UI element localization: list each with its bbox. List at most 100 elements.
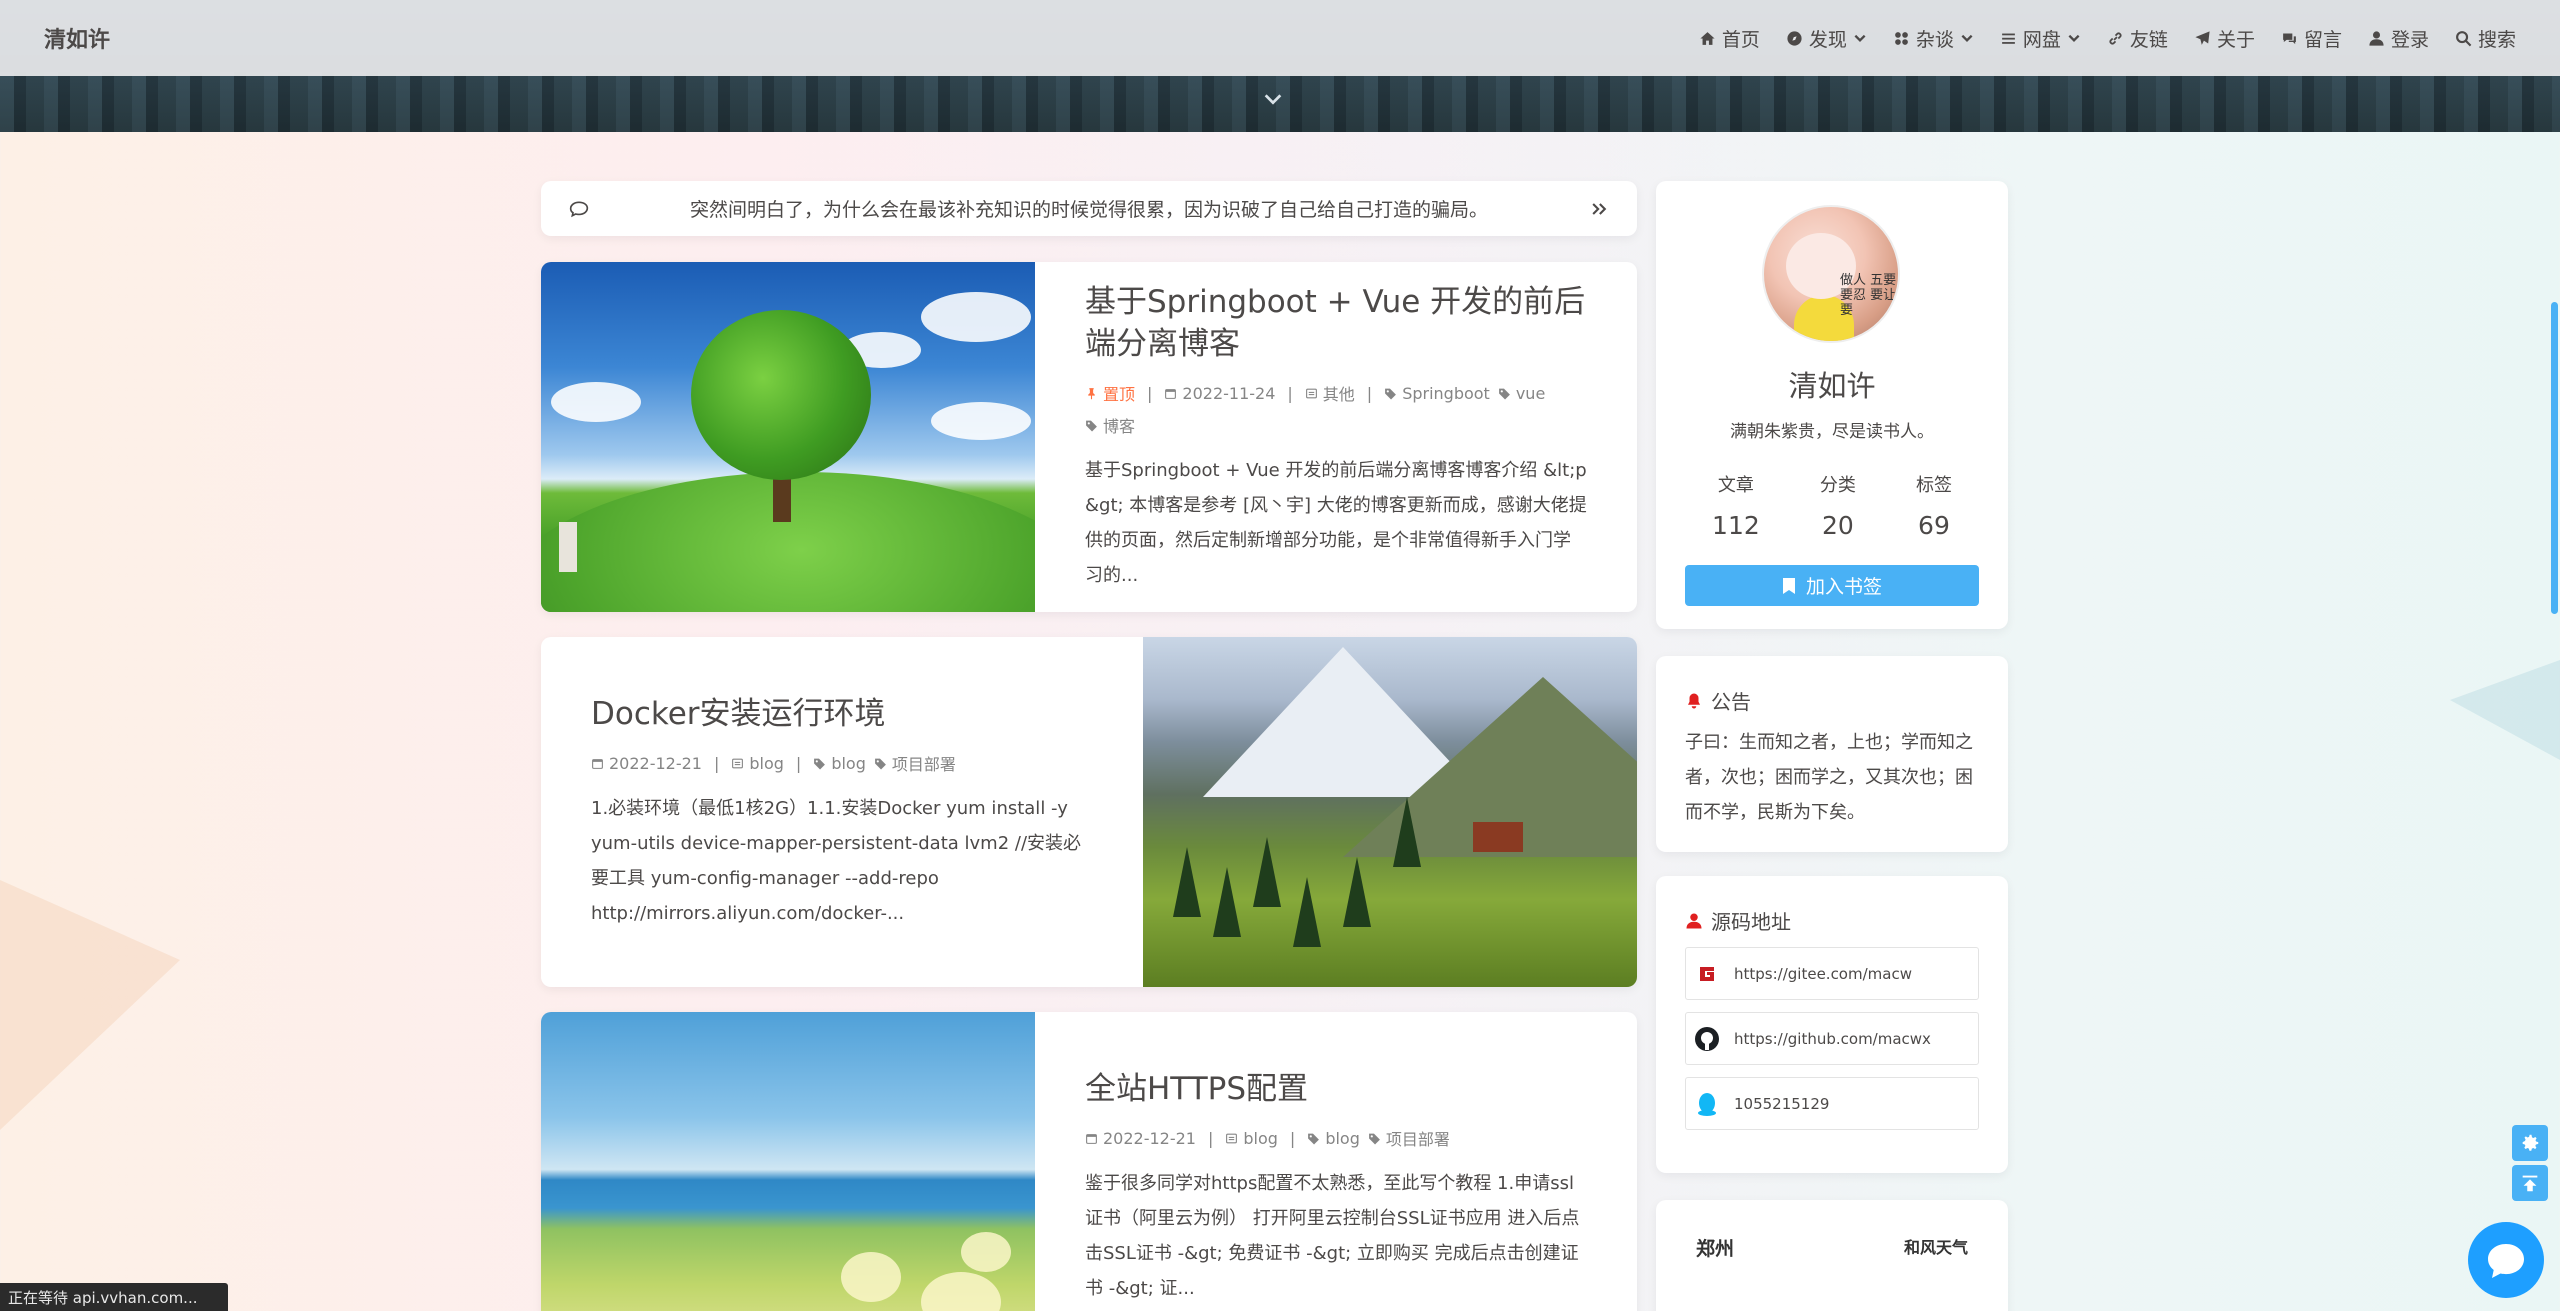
top-navbar: 清如许 首页 发现 杂谈 网盘 友链 关于 留言 登录 搜索 [0, 0, 2560, 76]
weather-brand[interactable]: 和风天气 [1904, 1234, 1968, 1296]
nav-item-label: 杂谈 [1915, 28, 1954, 51]
stat-label: 标签 [1915, 475, 1952, 496]
post-tag[interactable]: blog [1307, 1129, 1360, 1148]
calendar-icon [592, 758, 603, 769]
post-tag-text: blog [831, 753, 866, 773]
calendar-icon [1165, 388, 1177, 399]
nav-item-disk[interactable]: 网盘 [2000, 25, 2081, 52]
qq-link[interactable]: 1055215129 [1685, 1077, 1979, 1130]
nav-item-home[interactable]: 首页 [1699, 25, 1760, 52]
stat-label: 文章 [1717, 475, 1754, 496]
chat-bubble-icon [2488, 1244, 2524, 1278]
inbox-icon [1226, 1133, 1238, 1143]
back-to-top-button[interactable] [2512, 1165, 2548, 1201]
post-date-text: 2022-11-24 [1182, 383, 1276, 403]
post-title[interactable]: Docker安装运行环境 [591, 693, 1093, 735]
pine-tree-shape [1293, 877, 1321, 947]
nav-item-talk[interactable]: 杂谈 [1893, 25, 1974, 52]
gitee-link[interactable]: https://gitee.com/macw [1685, 947, 1979, 1000]
post-title[interactable]: 基于Springboot + Vue 开发的前后端分离博客 [1085, 281, 1587, 365]
meta-separator: | [1366, 383, 1373, 403]
nav-item-label: 留言 [2303, 28, 2342, 51]
post-thumbnail-sea[interactable] [541, 1012, 1035, 1311]
post-thumbnail-mountain[interactable] [1143, 637, 1637, 987]
paper-plane-icon [2195, 30, 2210, 45]
sticky-badge: 置顶 [1085, 381, 1135, 405]
bookmark-icon [1782, 577, 1795, 594]
chat-button[interactable] [2468, 1222, 2544, 1298]
announcement-card: 公告 子曰：生而知之者，上也；学而知之者，次也；困而学之，又其次也；困而不学，民… [1656, 656, 2008, 852]
weather-city[interactable]: 郑州 [1696, 1234, 1734, 1296]
post-category[interactable]: 其他 [1305, 381, 1355, 405]
meta-separator: | [1147, 383, 1153, 403]
post-date: 2022-11-24 [1164, 384, 1275, 403]
post-title[interactable]: 全站HTTPS配置 [1085, 1068, 1587, 1110]
compass-icon [1787, 30, 1802, 46]
post-tag[interactable]: Springboot [1384, 384, 1490, 403]
chevron-down-icon [1854, 34, 1866, 42]
pine-tree-shape [1213, 867, 1241, 937]
post-card[interactable]: 全站HTTPS配置 2022-12-21 | blog | blog 项目部署 … [541, 1012, 1637, 1311]
nav-item-search[interactable]: 搜索 [2455, 25, 2516, 52]
notice-bar[interactable]: 突然间明白了，为什么会在最该补充知识的时候觉得很累，因为识破了自己给自己打造的骗… [541, 181, 1637, 236]
nav-item-discover[interactable]: 发现 [1786, 25, 1867, 52]
tag-icon [1368, 1133, 1380, 1144]
post-info: Docker安装运行环境 2022-12-21 | blog | blog 项目… [541, 637, 1143, 987]
post-thumbnail-tree[interactable] [541, 262, 1035, 612]
post-card[interactable]: 基于Springboot + Vue 开发的前后端分离博客 置顶 | 2022-… [541, 262, 1637, 612]
stat-categories[interactable]: 分类 20 [1820, 471, 1856, 540]
post-tag[interactable]: vue [1498, 384, 1545, 403]
post-category[interactable]: blog [731, 754, 784, 773]
github-link[interactable]: https://github.com/macwx [1685, 1012, 1979, 1065]
avatar[interactable]: 做人 五要 要忍 要让 要 [1762, 205, 1900, 343]
github-link-text: https://github.com/macwx [1734, 1029, 1931, 1048]
post-tag[interactable]: 项目部署 [1368, 1126, 1450, 1150]
announcement-title: 公告 [1685, 686, 1979, 715]
post-tag[interactable]: blog [813, 754, 866, 773]
tag-icon [1308, 1133, 1320, 1144]
tag-icon [814, 758, 826, 769]
tag-icon [874, 758, 886, 769]
post-meta: 2022-12-21 | blog | blog 项目部署 [1085, 1126, 1587, 1150]
nav-item-label: 友链 [2129, 28, 2168, 51]
avatar-text: 做人 五要 要忍 要让 要 [1840, 273, 1897, 318]
post-category-text: 其他 [1322, 385, 1355, 404]
post-tag[interactable]: 博客 [1085, 413, 1135, 437]
post-info: 全站HTTPS配置 2022-12-21 | blog | blog 项目部署 … [1035, 1012, 1637, 1311]
meta-separator: | [795, 753, 802, 773]
double-chevron-right-icon[interactable] [1589, 199, 1609, 219]
nav-item-login[interactable]: 登录 [2368, 25, 2429, 52]
post-tag[interactable]: 项目部署 [874, 751, 956, 775]
nav-item-message[interactable]: 留言 [2281, 25, 2342, 52]
stat-tags[interactable]: 标签 69 [1916, 471, 1952, 540]
hut-shape [1473, 822, 1523, 852]
post-tag-text: vue [1515, 383, 1546, 403]
chevron-down-icon [2068, 34, 2080, 42]
scroll-down-chevron-icon[interactable] [1262, 88, 1284, 110]
nav-item-label: 关于 [2216, 28, 2255, 51]
post-category[interactable]: blog [1225, 1129, 1278, 1148]
meta-separator: | [1287, 383, 1293, 403]
stat-label: 分类 [1819, 475, 1856, 496]
comment-icon [569, 200, 589, 217]
nav-item-about[interactable]: 关于 [2194, 25, 2255, 52]
flower-shape [841, 1252, 901, 1302]
post-tag-text: blog [1325, 1128, 1360, 1148]
scrollbar-thumb[interactable] [2551, 302, 2558, 614]
stat-articles[interactable]: 文章 112 [1712, 471, 1760, 540]
announcement-title-text: 公告 [1711, 690, 1751, 714]
post-card[interactable]: Docker安装运行环境 2022-12-21 | blog | blog 项目… [541, 637, 1637, 987]
announcement-text: 子曰：生而知之者，上也；学而知之者，次也；困而学之，又其次也；困而不学，民斯为下… [1685, 732, 1973, 823]
gitee-icon [1695, 961, 1719, 986]
add-bookmark-button[interactable]: 加入书签 [1685, 565, 1979, 606]
chevron-down-icon [1961, 34, 1973, 42]
site-title[interactable]: 清如许 [44, 22, 110, 54]
nav-item-friends[interactable]: 友链 [2107, 25, 2168, 52]
post-tag-text: 项目部署 [1385, 1130, 1450, 1149]
grid-icon [1895, 31, 1908, 45]
post-date: 2022-12-21 [1085, 1129, 1196, 1148]
post-category-text: blog [1243, 1128, 1278, 1148]
page-scrollbar[interactable] [2549, 0, 2560, 1311]
post-excerpt: 鉴于很多同学对https配置不太熟悉，至此写个教程 1.申请ssl证书（阿里云为… [1085, 1173, 1580, 1299]
settings-button[interactable] [2512, 1125, 2548, 1161]
